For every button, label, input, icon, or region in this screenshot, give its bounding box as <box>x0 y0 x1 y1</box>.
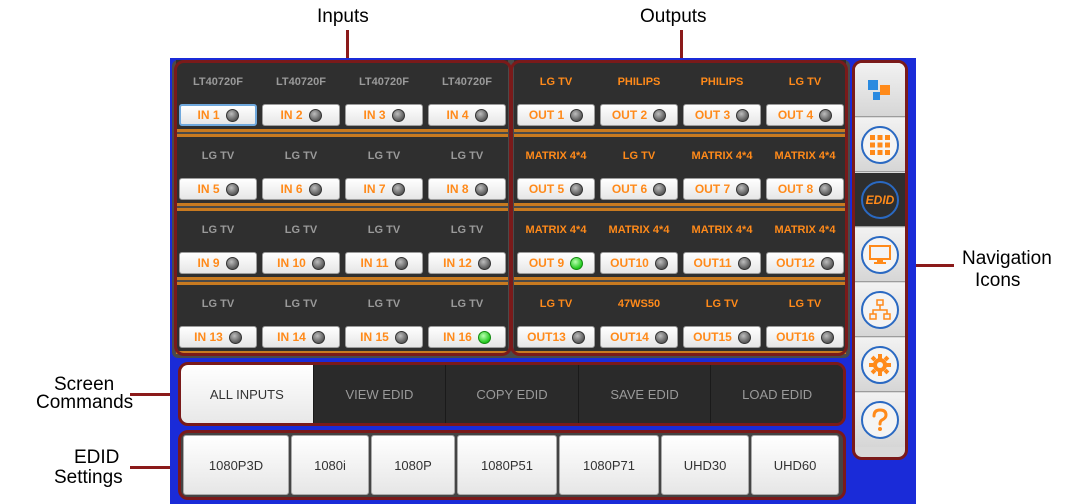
outputs-group-outline <box>510 60 848 356</box>
navigation-annotation-line <box>912 264 954 267</box>
edid-1080p71-button[interactable]: 1080P71 <box>559 435 659 495</box>
edid-uhd30-button[interactable]: UHD30 <box>661 435 749 495</box>
edid-1080p3d-button[interactable]: 1080P3D <box>183 435 289 495</box>
help-icon <box>872 408 888 431</box>
edid-1080i-button[interactable]: 1080i <box>291 435 369 495</box>
nav-edid-button[interactable]: EDID <box>855 173 905 227</box>
load-edid-button[interactable]: LOAD EDID <box>711 365 843 423</box>
edid-icon: EDID <box>865 192 895 207</box>
inputs-annotation: Inputs <box>317 6 369 27</box>
edid-settings-annotation-line1: EDID <box>74 447 120 468</box>
nav-network-button[interactable] <box>855 283 905 337</box>
edid-1080p51-button[interactable]: 1080P51 <box>457 435 557 495</box>
grid-icon <box>870 134 890 155</box>
edid-settings-annotation-line2: Settings <box>54 467 123 488</box>
edid-uhd60-button[interactable]: UHD60 <box>751 435 839 495</box>
nav-help-button[interactable] <box>855 393 905 447</box>
view-edid-button[interactable]: VIEW EDID <box>313 365 447 423</box>
inputs-group-outline <box>174 60 512 356</box>
save-edid-button[interactable]: SAVE EDID <box>578 365 712 423</box>
gear-icon <box>869 353 891 376</box>
screen-commands-bar: ALL INPUTS VIEW EDID COPY EDID SAVE EDID… <box>178 362 846 426</box>
nav-logo-button[interactable] <box>855 63 905 117</box>
edid-settings-bar: 1080P3D 1080i 1080P 1080P51 1080P71 UHD3… <box>178 430 846 500</box>
nav-settings-button[interactable] <box>855 338 905 392</box>
navigation-annotation-line2: Icons <box>975 270 1021 291</box>
all-inputs-button[interactable]: ALL INPUTS <box>181 365 314 423</box>
nav-grid-button[interactable] <box>855 118 905 172</box>
edid-1080p-button[interactable]: 1080P <box>371 435 455 495</box>
copy-edid-button[interactable]: COPY EDID <box>446 365 579 423</box>
outputs-annotation: Outputs <box>640 6 707 27</box>
logo-icon <box>868 79 890 100</box>
navigation-sidebar: EDID <box>852 60 908 460</box>
nav-monitor-button[interactable] <box>855 228 905 282</box>
network-icon <box>869 298 891 320</box>
screen-commands-annotation-line2: Commands <box>36 392 134 413</box>
monitor-icon <box>869 244 891 264</box>
navigation-annotation-line1: Navigation <box>962 248 1052 269</box>
